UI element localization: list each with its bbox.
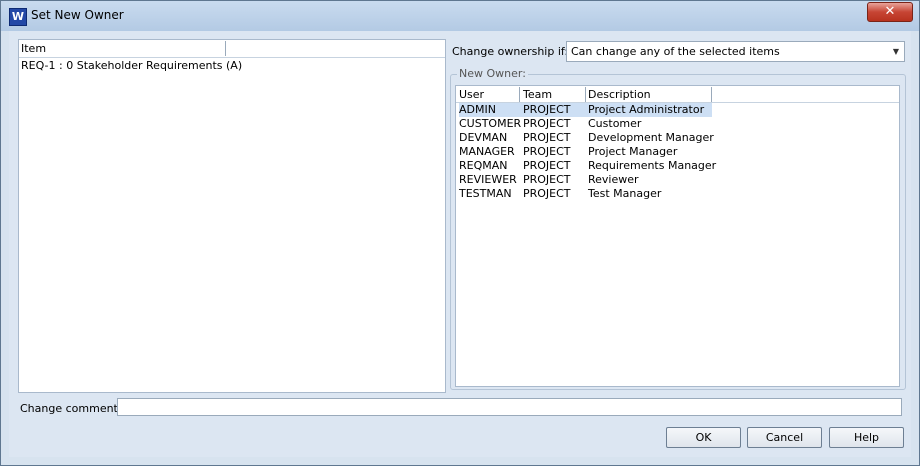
change-ownership-select[interactable]: Can change any of the selected items ▼ [566, 41, 905, 62]
help-button[interactable]: Help [829, 427, 904, 448]
column-header-item[interactable]: Item [21, 41, 226, 56]
owner-row-reqman[interactable]: REQMAN PROJECT Requirements Manager [456, 159, 899, 173]
title-bar[interactable]: W Set New Owner ✕ [1, 1, 919, 31]
close-button[interactable]: ✕ [867, 2, 913, 22]
owner-list[interactable]: User Team Name Description ADMIN PROJECT… [455, 85, 900, 387]
cell-team: PROJECT [523, 187, 571, 200]
cell-description: Customer [588, 117, 642, 130]
list-item[interactable]: REQ-1 : 0 Stakeholder Requirements (A) [21, 58, 242, 73]
cell-description: Reviewer [588, 173, 639, 186]
owner-list-header: User Team Name Description [456, 86, 899, 116]
set-new-owner-dialog: W Set New Owner ✕ Item REQ-1 : 0 Stakeho… [0, 0, 920, 466]
cell-team: PROJECT [523, 159, 571, 172]
cell-description: Project Administrator [588, 103, 712, 117]
ok-button[interactable]: OK [666, 427, 741, 448]
cell-team: PROJECT [523, 103, 588, 117]
cell-description: Test Manager [588, 187, 662, 200]
owner-row-reviewer[interactable]: REVIEWER PROJECT Reviewer [456, 173, 899, 187]
column-header-user[interactable]: User [459, 87, 520, 102]
cell-team: PROJECT [523, 117, 571, 130]
column-header-description[interactable]: Description [588, 87, 712, 102]
owner-row-devman[interactable]: DEVMAN PROJECT Development Manager [456, 131, 899, 145]
cell-user: REQMAN [459, 159, 508, 172]
cell-user: MANAGER [459, 145, 515, 158]
cell-description: Development Manager [588, 131, 714, 144]
change-ownership-label: Change ownership if: [452, 45, 569, 58]
owner-row-admin[interactable]: ADMIN PROJECT Project Administrator [456, 103, 899, 117]
item-list-header: Item [19, 40, 445, 58]
owner-row-testman[interactable]: TESTMAN PROJECT Test Manager [456, 187, 899, 201]
dialog-body: Item REQ-1 : 0 Stakeholder Requirements … [9, 31, 911, 457]
change-comment-input[interactable] [117, 398, 902, 416]
cancel-button[interactable]: Cancel [747, 427, 822, 448]
change-ownership-value: Can change any of the selected items [571, 45, 780, 58]
close-icon: ✕ [884, 4, 896, 19]
cell-user: TESTMAN [459, 187, 512, 200]
app-w-icon: W [9, 8, 27, 26]
new-owner-group-label: New Owner: [457, 67, 528, 81]
change-comment-label: Change comment: [20, 402, 122, 415]
window-title: Set New Owner [31, 8, 124, 22]
column-header-team-name[interactable]: Team Name [523, 87, 586, 116]
item-list[interactable]: Item REQ-1 : 0 Stakeholder Requirements … [18, 39, 446, 393]
owner-row-manager[interactable]: MANAGER PROJECT Project Manager [456, 145, 899, 159]
cell-team: PROJECT [523, 145, 571, 158]
cell-description: Project Manager [588, 145, 678, 158]
cell-user: ADMIN [459, 103, 523, 117]
cell-team: PROJECT [523, 131, 571, 144]
cell-description: Requirements Manager [588, 159, 717, 172]
owner-row-customer[interactable]: CUSTOMER PROJECT Customer [456, 117, 899, 131]
cell-user: CUSTOMER [459, 117, 522, 130]
cell-user: REVIEWER [459, 173, 517, 186]
cell-team: PROJECT [523, 173, 571, 186]
chevron-down-icon[interactable]: ▼ [890, 45, 902, 58]
cell-user: DEVMAN [459, 131, 508, 144]
